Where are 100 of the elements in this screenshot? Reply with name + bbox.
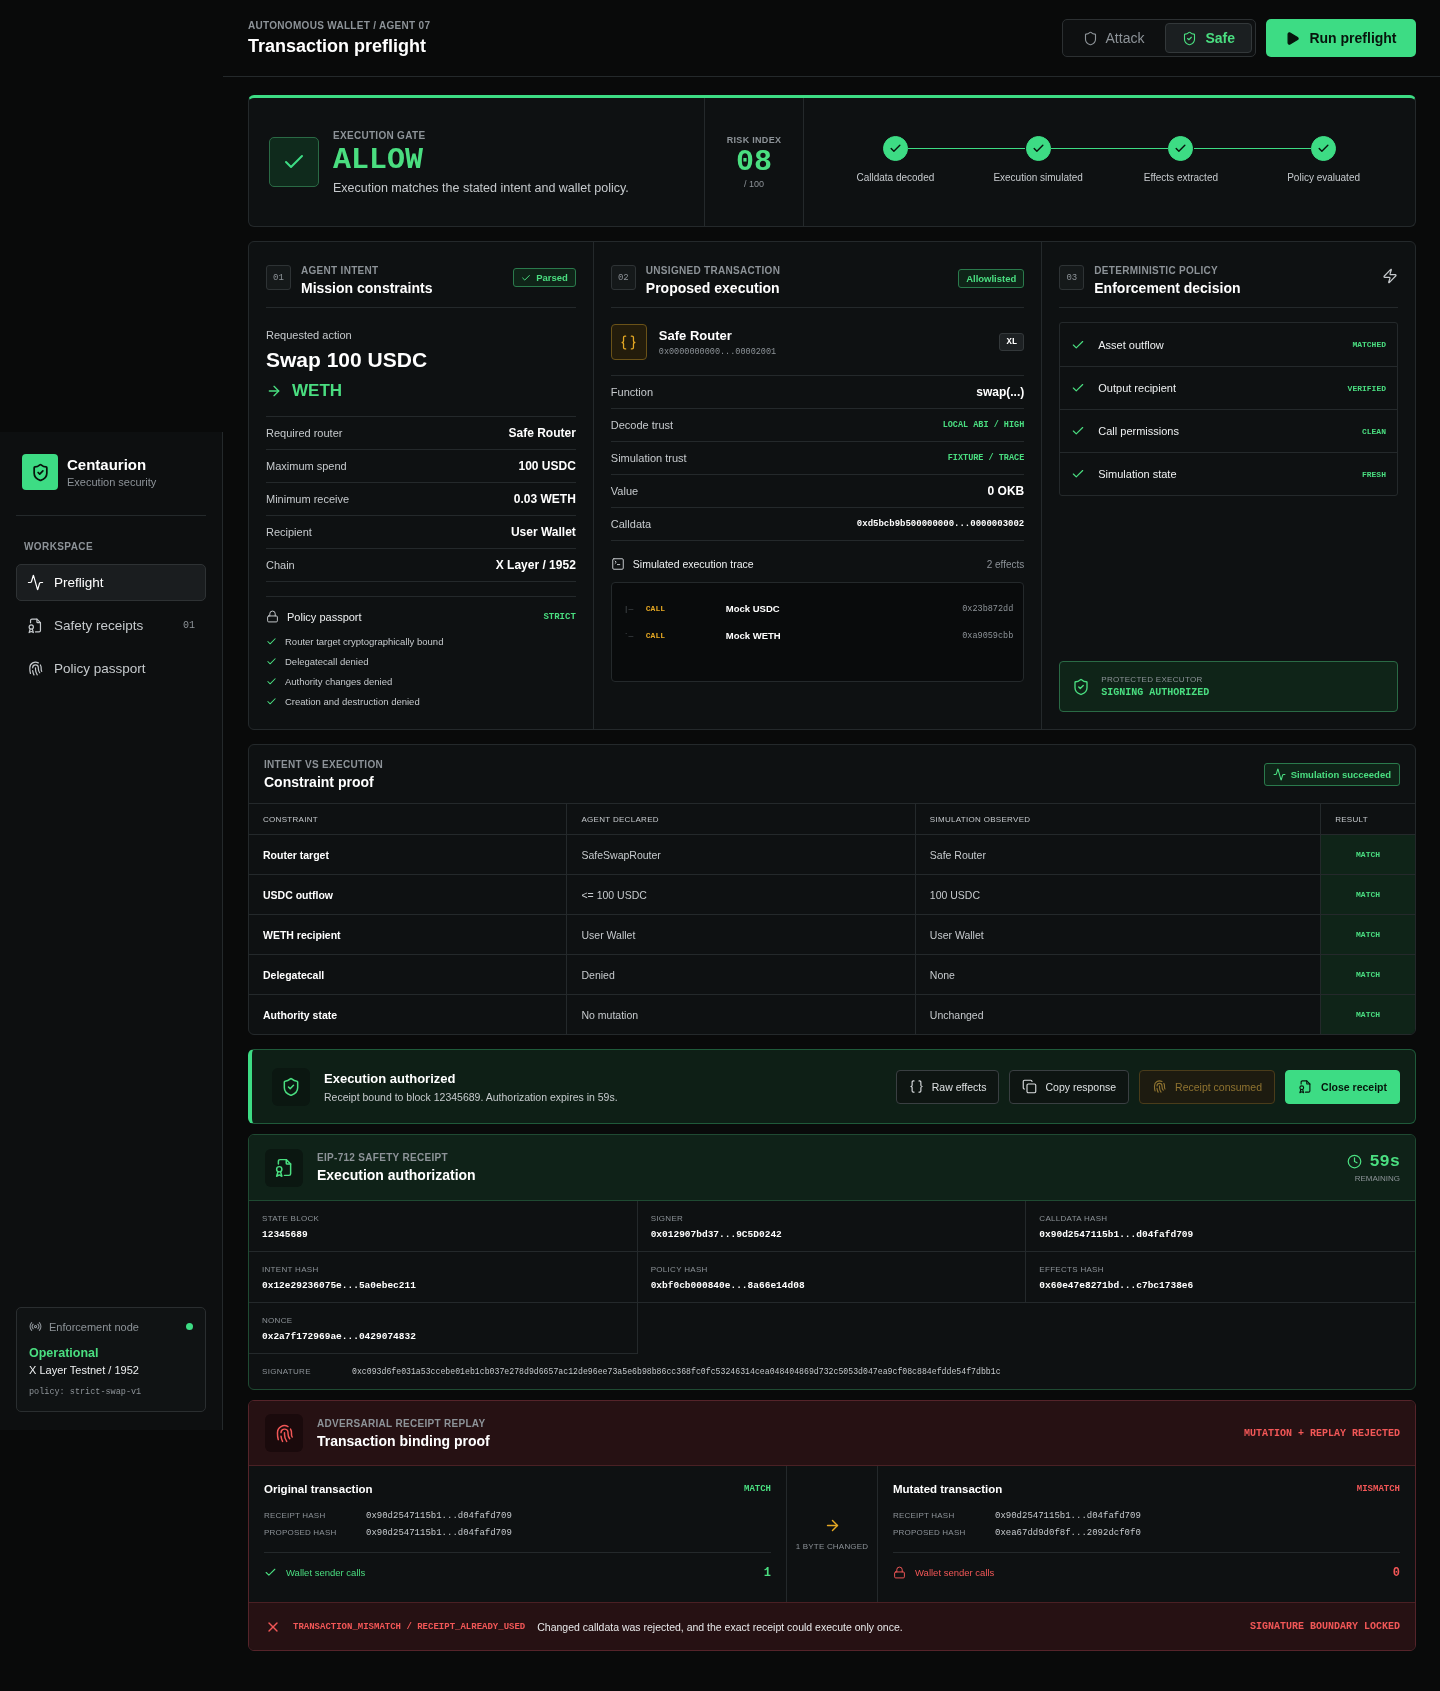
field-label: Maximum spend	[266, 460, 347, 472]
signature-value: 0xc093d6fe031a53ccebe01eb1cb037e278d9d6657ac12de96ee73a5e6b98b86cc368fc0fc53246314cea048404869d732c5053d047ea9cf08c884efdde54f7dbb1c	[352, 1367, 1001, 1376]
result-cell: MATCH	[1321, 914, 1415, 954]
action-button[interactable]: Close receipt	[1285, 1069, 1400, 1104]
contract-address: 0x0000000000...00002001	[658, 346, 777, 357]
network-tag: XL	[999, 333, 1025, 351]
check-label: Output recipient	[1098, 382, 1176, 394]
field-label: CALLDATA HASH	[1039, 1214, 1109, 1223]
mode-tab[interactable]: Safe	[1165, 23, 1252, 53]
table-cell: User Wallet	[915, 914, 1322, 954]
node-label: Enforcement node	[49, 1320, 139, 1333]
transaction-title: Original transaction	[264, 1483, 373, 1495]
panel-title: Enforcement decision	[1094, 280, 1241, 296]
breadcrumb: AUTONOMOUS WALLET / AGENT 07	[248, 19, 431, 31]
nav-item[interactable]: Preflight	[16, 564, 206, 601]
banner-description: Receipt bound to block 12345689. Authorization expires in 59s.	[324, 1090, 618, 1103]
result-cell: MATCH	[1321, 874, 1415, 914]
hash-label: PROPOSED HASH	[893, 1528, 967, 1537]
document-icon	[265, 1148, 303, 1187]
table-cell: <= 100 USDC	[567, 874, 916, 914]
table-cell: USDC outflow	[249, 874, 568, 914]
terminal-icon	[610, 557, 625, 571]
banner-title: Execution authorized	[324, 1070, 457, 1086]
countdown-label: REMAINING	[1354, 1174, 1400, 1183]
pulse-icon	[1272, 767, 1286, 781]
gate-label: EXECUTION GATE	[333, 129, 427, 141]
column-header: CONSTRAINT	[249, 804, 568, 834]
badge-label: Allowlisted	[966, 273, 1017, 284]
trace-title: Simulated execution trace	[632, 558, 754, 570]
count-label: 01	[183, 620, 195, 631]
section-title: Execution authorization	[317, 1167, 476, 1183]
section-title: Constraint proof	[264, 773, 375, 790]
panel-number: 01	[266, 265, 291, 290]
run-preflight-button[interactable]: Run preflight	[1266, 19, 1416, 57]
panel-title: Mission constraints	[301, 280, 433, 296]
field-value: 0x012907bd37...9C5D0242	[650, 1229, 783, 1240]
step-label: Policy evaluated	[1287, 171, 1361, 183]
rule-text: Delegatecall denied	[285, 655, 369, 667]
check-label: Call permissions	[1098, 425, 1179, 437]
change-label: 1 BYTE CHANGED	[795, 1542, 869, 1551]
check-result: CLEAN	[1361, 426, 1386, 436]
nav-item[interactable]: Safety receipts 01	[16, 607, 206, 644]
result-cell: MATCH	[1321, 994, 1415, 1034]
field-value: swap(...)	[976, 385, 1025, 399]
effects-count: 2 effects	[986, 558, 1025, 570]
check-result: FRESH	[1361, 469, 1386, 479]
call-target: Mock WETH	[725, 630, 782, 641]
shield-icon	[1082, 30, 1098, 46]
nav-item[interactable]: Policy passport	[16, 650, 206, 687]
match-status: MISMATCH	[1356, 1484, 1400, 1494]
tree-branch: `—	[623, 631, 635, 640]
check-icon	[264, 1566, 277, 1579]
boundary-status: SIGNATURE BOUNDARY LOCKED	[1249, 1621, 1400, 1632]
hash-label: PROPOSED HASH	[264, 1528, 338, 1537]
executor-label: PROTECTED EXECUTOR	[1101, 675, 1204, 684]
table-cell: Router target	[249, 834, 568, 874]
gate-verdict: ALLOW	[333, 143, 424, 177]
field-value: 12345689	[262, 1229, 309, 1240]
field-label: Function	[610, 386, 653, 398]
field-value: 0xd5bcb9b500000000...0000003002	[856, 519, 1025, 529]
countdown-value: 59s	[1369, 1152, 1400, 1171]
section-eyebrow: INTENT VS EXECUTION	[264, 758, 384, 770]
match-status: MATCH	[744, 1484, 771, 1494]
check-label: Asset outflow	[1098, 338, 1164, 351]
field-label: Chain	[266, 559, 295, 571]
table-cell: Delegatecall	[249, 954, 568, 994]
hash-label: RECEIPT HASH	[264, 1511, 327, 1520]
field-value: 0 OKB	[987, 484, 1025, 498]
field-value: 0xbf0cb000840e...8a66e14d08	[650, 1280, 806, 1291]
field-value: 0x12e29236075e...5a0ebec211	[262, 1280, 417, 1291]
shield-check-icon	[1072, 677, 1091, 696]
field-label: Value	[610, 485, 639, 497]
panel-eyebrow: AGENT INTENT	[301, 265, 380, 276]
call-target: Mock USDC	[725, 603, 781, 614]
call-op: CALL	[645, 631, 666, 640]
broadcast-icon	[29, 1320, 42, 1333]
action-button[interactable]: Copy response	[1009, 1069, 1130, 1104]
section-title: Transaction binding proof	[317, 1432, 490, 1449]
table-cell: WETH recipient	[249, 914, 568, 954]
lightning-icon	[1382, 268, 1398, 284]
step-label: Execution simulated	[993, 171, 1083, 183]
field-value: FIXTURE / TRACE	[947, 453, 1025, 463]
hash-value: 0x90d2547115b1...d04fafd709	[995, 1510, 1141, 1521]
panel-eyebrow: DETERMINISTIC POLICY	[1094, 265, 1220, 276]
field-label: Calldata	[610, 518, 652, 530]
check-result: VERIFIED	[1347, 383, 1386, 393]
field-label: Minimum receive	[266, 493, 350, 505]
table-cell: Authority state	[249, 994, 568, 1034]
shield-check-icon	[272, 1067, 310, 1106]
network-label: X Layer Testnet / 1952	[29, 1364, 140, 1376]
contract-name: Safe Router	[658, 327, 733, 343]
action-button[interactable]: Raw effects	[895, 1069, 1000, 1104]
field-label: POLICY HASH	[650, 1265, 709, 1274]
hash-value: 0x90d2547115b1...d04fafd709	[366, 1510, 512, 1521]
fingerprint-icon	[1152, 1079, 1168, 1094]
table-cell: No mutation	[567, 994, 916, 1034]
gate-description: Execution matches the stated intent and wallet policy.	[333, 180, 629, 195]
mode-tab[interactable]: Attack	[1065, 23, 1162, 53]
target-token: WETH	[292, 381, 343, 401]
hash-value: 0xea67dd9d0f8f...2092dcf0f0	[995, 1527, 1141, 1538]
